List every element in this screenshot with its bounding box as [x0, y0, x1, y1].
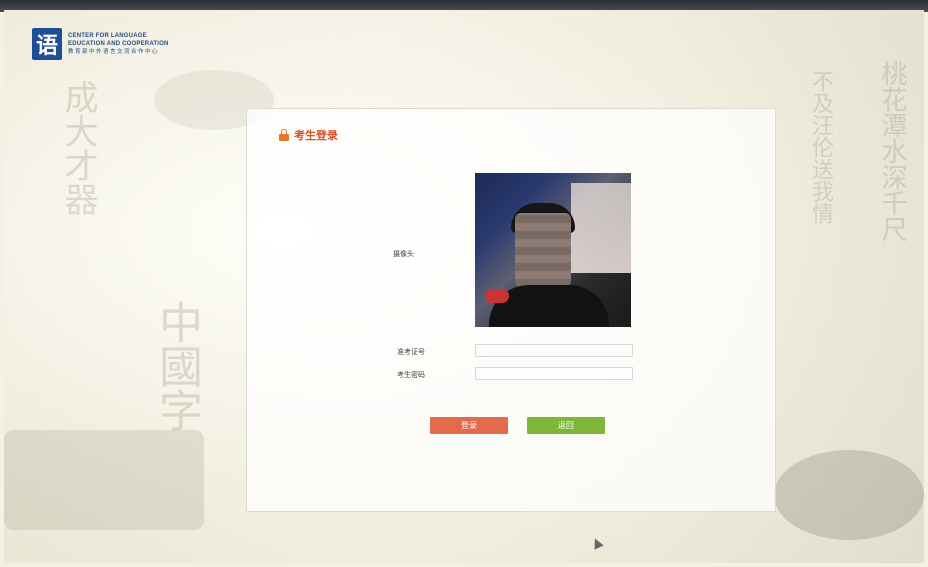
ticket-number-label: 准考证号: [397, 348, 425, 356]
logo-icon: 语: [32, 28, 62, 60]
logo: 语 CENTER FOR LANGUAGE EDUCATION AND COOP…: [32, 28, 169, 60]
decorative-calligraphy-right2: 不及汪伦送我情: [808, 70, 833, 224]
decorative-calligraphy-left: 成大才器: [58, 80, 98, 216]
password-input[interactable]: [475, 367, 633, 380]
ticket-number-input[interactable]: [475, 344, 633, 357]
mouse-cursor-icon: [590, 536, 604, 550]
logo-line-1: CENTER FOR LANGUAGE: [68, 33, 147, 39]
decorative-calligraphy-center: 中國字: [151, 300, 202, 432]
decorative-calligraphy-right1: 桃花潭水深千尺: [877, 60, 907, 242]
decorative-ink-dish: [774, 450, 924, 540]
logo-text: CENTER FOR LANGUAGE EDUCATION AND COOPER…: [68, 32, 169, 56]
decorative-boat: [4, 430, 204, 530]
camera-label: 摄像头: [393, 250, 414, 258]
screen: 成大才器 中國字 桃花潭水深千尺 不及汪伦送我情 语 CENTER FOR LA…: [4, 10, 924, 563]
logo-line-2: EDUCATION AND COOPERATION: [68, 41, 169, 47]
panel-title: 考生登录: [279, 127, 338, 143]
logo-line-3: 教育部中外语言交流合作中心: [68, 49, 160, 55]
lock-icon: [279, 129, 289, 141]
login-panel: 考生登录 摄像头 准考证号 考生密码 登录 返回: [246, 108, 776, 512]
back-button[interactable]: 返回: [527, 417, 605, 434]
login-button[interactable]: 登录: [430, 417, 508, 434]
camera-preview: [475, 173, 631, 327]
password-label: 考生密码: [397, 371, 425, 379]
panel-title-text: 考生登录: [294, 129, 338, 142]
